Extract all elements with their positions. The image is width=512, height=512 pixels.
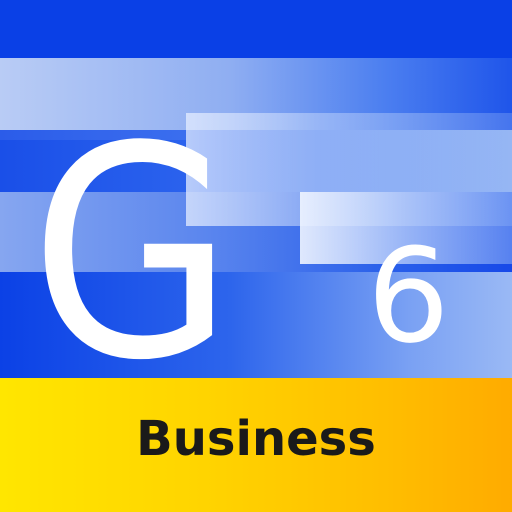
logo-letter: G [30,84,234,378]
version-number: 6 [367,220,450,372]
edition-label: Business [136,411,376,467]
app-icon: G 6 Business [0,0,512,512]
stripe [0,0,512,58]
blue-striped-background: G 6 [0,0,512,378]
